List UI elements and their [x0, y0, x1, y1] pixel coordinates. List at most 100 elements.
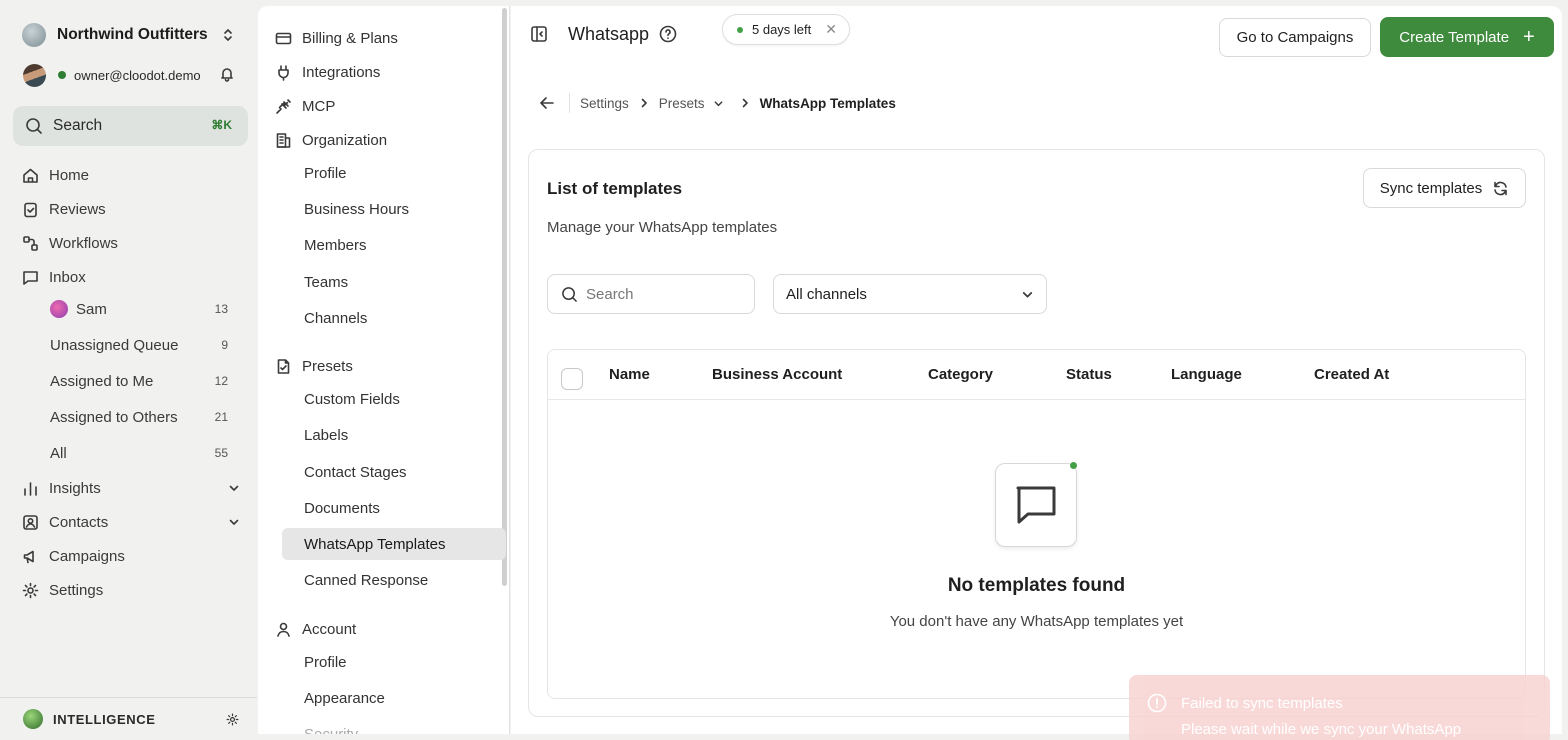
inbox-item-assigned-to-me[interactable]: Assigned to Me 12 — [50, 367, 230, 395]
nav-campaigns-label: Campaigns — [49, 547, 125, 565]
online-status-dot — [58, 71, 66, 79]
connector-icon — [275, 98, 292, 115]
inbox-item-all[interactable]: All 55 — [50, 439, 230, 467]
settings-item-account-profile[interactable]: Profile — [282, 646, 506, 678]
inbox-item-unassigned[interactable]: Unassigned Queue 9 — [50, 331, 230, 359]
sync-templates-label: Sync templates — [1379, 179, 1483, 197]
settings-organization-label: Organization — [302, 131, 388, 149]
nav-home[interactable]: Home — [22, 161, 244, 189]
status-dot — [1070, 462, 1077, 469]
search-label: Search — [53, 117, 103, 134]
column-header-category[interactable]: Category — [928, 366, 993, 383]
search-input[interactable] — [586, 285, 736, 303]
settings-account[interactable]: Account — [275, 616, 495, 642]
settings-organization[interactable]: Organization — [275, 127, 495, 153]
settings-item-business-hours[interactable]: Business Hours — [282, 193, 506, 225]
bell-icon[interactable] — [219, 66, 235, 82]
empty-state-icon — [995, 462, 1077, 547]
column-header-created-at[interactable]: Created At — [1314, 366, 1389, 383]
column-header-language[interactable]: Language — [1171, 366, 1242, 383]
breadcrumb-divider — [569, 93, 570, 113]
settings-item-teams[interactable]: Teams — [282, 266, 506, 298]
chevron-down-icon — [228, 482, 240, 494]
settings-item-labels[interactable]: Labels — [282, 419, 506, 451]
chevron-updown-icon — [220, 27, 236, 43]
message-square-icon — [22, 269, 39, 286]
settings-item-channels[interactable]: Channels — [282, 302, 506, 334]
settings-item-members[interactable]: Members — [282, 229, 506, 261]
nav-workflows[interactable]: Workflows — [22, 229, 244, 257]
card-subtitle: Manage your WhatsApp templates — [547, 219, 778, 236]
nav-settings-label: Settings — [49, 581, 104, 599]
user-menu[interactable]: owner@cloodot.demo — [23, 62, 243, 88]
settings-mcp-label: MCP — [302, 97, 336, 115]
nav-reviews[interactable]: Reviews — [22, 195, 244, 223]
breadcrumb-presets[interactable]: Presets — [659, 96, 705, 111]
nav-workflows-label: Workflows — [49, 234, 118, 252]
table-header: Name Business Account Category Status La… — [548, 350, 1525, 400]
sync-templates-button[interactable]: Sync templates — [1363, 168, 1526, 208]
workspace-name: Northwind Outfitters — [57, 26, 208, 43]
settings-item-contact-stages[interactable]: Contact Stages — [282, 456, 506, 488]
chevron-down-icon[interactable] — [713, 98, 724, 109]
settings-item-canned-response[interactable]: Canned Response — [282, 564, 506, 596]
inbox-item-assigned-to-others[interactable]: Assigned to Others 21 — [50, 403, 230, 431]
nav-inbox-label: Inbox — [49, 268, 86, 286]
chevron-down-icon — [1021, 288, 1034, 301]
settings-integrations[interactable]: Integrations — [275, 59, 495, 85]
settings-item-appearance[interactable]: Appearance — [282, 682, 506, 714]
user-email: owner@cloodot.demo — [74, 67, 201, 83]
chevron-right-icon — [639, 98, 649, 108]
trial-badge: 5 days left ✕ — [722, 14, 850, 45]
page-title: Whatsapp — [568, 24, 650, 44]
settings-integrations-label: Integrations — [302, 63, 381, 81]
workspace-switcher[interactable]: Northwind Outfitters — [22, 23, 242, 47]
nav-contacts[interactable]: Contacts — [22, 508, 244, 536]
breadcrumb-settings[interactable]: Settings — [580, 96, 629, 111]
inbox-item-sam[interactable]: Sam 13 — [50, 295, 230, 323]
help-circle-icon[interactable] — [659, 25, 677, 43]
nav-campaigns[interactable]: Campaigns — [22, 542, 244, 570]
file-icon — [275, 358, 292, 375]
clipboard-check-icon — [22, 201, 39, 218]
card-title: List of templates — [547, 179, 683, 198]
template-search-field[interactable] — [547, 274, 755, 314]
workspace-logo — [22, 23, 46, 47]
create-template-button[interactable]: Create Template + — [1380, 17, 1554, 57]
settings-item-documents[interactable]: Documents — [282, 492, 506, 524]
column-header-name[interactable]: Name — [609, 366, 650, 383]
back-arrow-icon[interactable] — [539, 95, 555, 111]
settings-item-whatsapp-templates[interactable]: WhatsApp Templates — [282, 528, 506, 560]
nav-insights-label: Insights — [49, 479, 101, 497]
nav-insights[interactable]: Insights — [22, 474, 244, 502]
templates-table: Name Business Account Category Status La… — [547, 349, 1526, 699]
settings-item-custom-fields[interactable]: Custom Fields — [282, 383, 506, 415]
close-icon[interactable]: ✕ — [825, 21, 837, 38]
building-icon — [275, 132, 292, 149]
column-header-status[interactable]: Status — [1066, 366, 1112, 383]
select-all-checkbox[interactable] — [561, 368, 583, 390]
search-button[interactable]: Search ⌘K — [13, 106, 248, 146]
channel-select[interactable]: All channels — [773, 274, 1047, 314]
workflow-icon — [22, 235, 39, 252]
error-toast: Failed to sync templates Please wait whi… — [1129, 675, 1550, 740]
inbox-item-label: Assigned to Others — [50, 408, 178, 426]
intelligence-footer[interactable]: INTELLIGENCE — [0, 697, 257, 740]
nav-inbox[interactable]: Inbox — [22, 263, 244, 291]
column-header-business-account[interactable]: Business Account — [712, 366, 842, 383]
settings-presets[interactable]: Presets — [275, 353, 495, 379]
sidebar-toggle-icon[interactable] — [530, 25, 548, 43]
gear-icon — [22, 582, 39, 599]
trial-badge-label: 5 days left — [752, 22, 812, 37]
settings-billing[interactable]: Billing & Plans — [275, 25, 495, 51]
nav-settings[interactable]: Settings — [22, 576, 244, 604]
inbox-count-badge: 13 — [214, 302, 228, 316]
go-to-campaigns-button[interactable]: Go to Campaigns — [1219, 18, 1371, 57]
settings-account-label: Account — [302, 620, 357, 638]
settings-item-org-profile[interactable]: Profile — [282, 157, 506, 189]
plus-icon: + — [1523, 26, 1535, 48]
settings-mcp[interactable]: MCP — [275, 93, 495, 119]
gear-icon[interactable] — [226, 713, 239, 726]
empty-state-subtitle: You don't have any WhatsApp templates ye… — [889, 613, 1184, 630]
settings-item-security[interactable]: Security — [282, 718, 506, 735]
